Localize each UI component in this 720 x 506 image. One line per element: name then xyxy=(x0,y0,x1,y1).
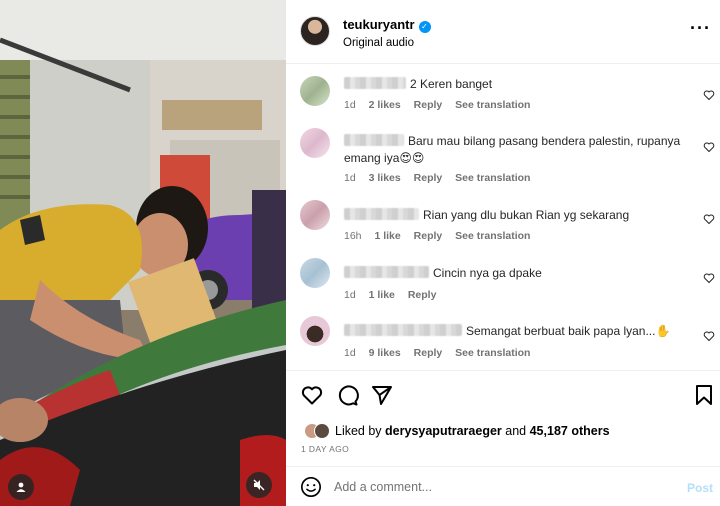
liked-prefix: Liked by xyxy=(335,424,382,438)
mute-button[interactable] xyxy=(246,472,272,498)
author-avatar[interactable] xyxy=(300,16,330,46)
comment-time: 1d xyxy=(344,99,356,111)
author-username[interactable]: teukuryantr ✓ xyxy=(343,17,431,33)
comment-text: Semangat berbuat baik papa lyan...✋ xyxy=(344,323,694,340)
comment-likes[interactable]: 1 like xyxy=(369,289,395,301)
user-icon xyxy=(16,482,26,492)
liked-user-link[interactable]: derysyaputraraeger xyxy=(385,424,502,438)
post-date[interactable]: 1 DAY AGO xyxy=(301,444,349,454)
comment-body: 2 Keren banget xyxy=(410,77,493,91)
comment-text: 2 Keren banget xyxy=(344,76,694,93)
comment-time: 1d xyxy=(344,172,356,184)
liked-by-summary: Liked by derysyaputraraeger and 45,187 o… xyxy=(304,423,610,439)
commenter-username-redacted[interactable] xyxy=(344,266,429,278)
comment-icon[interactable] xyxy=(335,383,359,407)
comment-text: Baru mau bilang pasang bendera palestin,… xyxy=(344,133,694,167)
reply-button[interactable]: Reply xyxy=(414,99,443,111)
comment-body: Semangat berbuat baik papa lyan...✋ xyxy=(466,324,671,338)
add-comment-input[interactable] xyxy=(334,476,664,498)
comment-like-heart-icon[interactable] xyxy=(703,213,715,225)
commenter-avatar[interactable] xyxy=(300,316,330,346)
commenter-avatar[interactable] xyxy=(300,76,330,106)
audio-label[interactable]: Original audio xyxy=(343,37,414,49)
comment-meta: 1d 2 likes Reply See translation xyxy=(344,99,540,111)
reply-button[interactable]: Reply xyxy=(408,289,437,301)
comment-text: Cincin nya ga dpake xyxy=(344,265,694,282)
add-comment-bar: Post xyxy=(286,466,720,506)
comment-like-heart-icon[interactable] xyxy=(703,272,715,284)
comment-likes[interactable]: 1 like xyxy=(374,230,400,242)
author-username-text[interactable]: teukuryantr xyxy=(343,17,415,32)
save-icon[interactable] xyxy=(692,383,716,407)
commenter-username-redacted[interactable] xyxy=(344,208,419,220)
comment-time: 1d xyxy=(344,289,356,301)
tagged-user-button[interactable] xyxy=(8,474,34,500)
reply-button[interactable]: Reply xyxy=(414,172,443,184)
post-actions: Liked by derysyaputraraeger and 45,187 o… xyxy=(286,370,720,464)
post-header: teukuryantr ✓ Original audio ··· xyxy=(286,0,720,64)
comment-likes[interactable]: 9 likes xyxy=(369,347,401,359)
commenter-username-redacted[interactable] xyxy=(344,134,404,146)
see-translation-link[interactable]: See translation xyxy=(455,347,530,359)
comment-meta: 1d 9 likes Reply See translation xyxy=(344,347,540,359)
reply-button[interactable]: Reply xyxy=(414,230,443,242)
comment-meta: 1d 3 likes Reply See translation xyxy=(344,172,540,184)
more-options-icon[interactable]: ··· xyxy=(690,19,711,37)
comment-likes[interactable]: 2 likes xyxy=(369,99,401,111)
commenter-avatar[interactable] xyxy=(300,128,330,158)
comment-body: Cincin nya ga dpake xyxy=(433,266,542,280)
comment-like-heart-icon[interactable] xyxy=(703,330,715,342)
verified-badge-icon: ✓ xyxy=(418,21,431,33)
emoji-icon[interactable] xyxy=(300,476,322,498)
comment-text: Rian yang dlu bukan Rian yg sekarang xyxy=(344,207,694,224)
see-translation-link[interactable]: See translation xyxy=(455,99,530,111)
share-icon[interactable] xyxy=(370,383,394,407)
heart-icon[interactable] xyxy=(300,383,324,407)
comment-like-heart-icon[interactable] xyxy=(703,141,715,153)
comment-like-heart-icon[interactable] xyxy=(703,89,715,101)
commenter-avatar[interactable] xyxy=(300,258,330,288)
post-side-panel: teukuryantr ✓ Original audio ··· 2 Keren … xyxy=(286,0,720,506)
commenter-avatar[interactable] xyxy=(300,200,330,230)
comment-body: Rian yang dlu bukan Rian yg sekarang xyxy=(423,208,630,222)
liked-others-link[interactable]: 45,187 others xyxy=(530,424,610,438)
post-comment-button[interactable]: Post xyxy=(687,481,713,495)
reply-button[interactable]: Reply xyxy=(414,347,443,359)
post-video[interactable] xyxy=(0,0,286,506)
comment-meta: 16h 1 like Reply See translation xyxy=(344,230,540,242)
comment-time: 1d xyxy=(344,347,356,359)
comments-list[interactable]: 2 Keren banget 1d 2 likes Reply See tran… xyxy=(286,64,720,370)
video-frame xyxy=(0,0,286,506)
liker-avatar[interactable] xyxy=(314,423,330,439)
comment-time: 16h xyxy=(344,230,362,242)
liked-and: and xyxy=(505,424,527,438)
comment-meta: 1d 1 like Reply xyxy=(344,289,446,301)
see-translation-link[interactable]: See translation xyxy=(455,230,530,242)
speaker-muted-icon xyxy=(253,479,265,491)
commenter-username-redacted[interactable] xyxy=(344,324,462,336)
commenter-username-redacted[interactable] xyxy=(344,77,406,89)
comment-likes[interactable]: 3 likes xyxy=(369,172,401,184)
see-translation-link[interactable]: See translation xyxy=(455,172,530,184)
